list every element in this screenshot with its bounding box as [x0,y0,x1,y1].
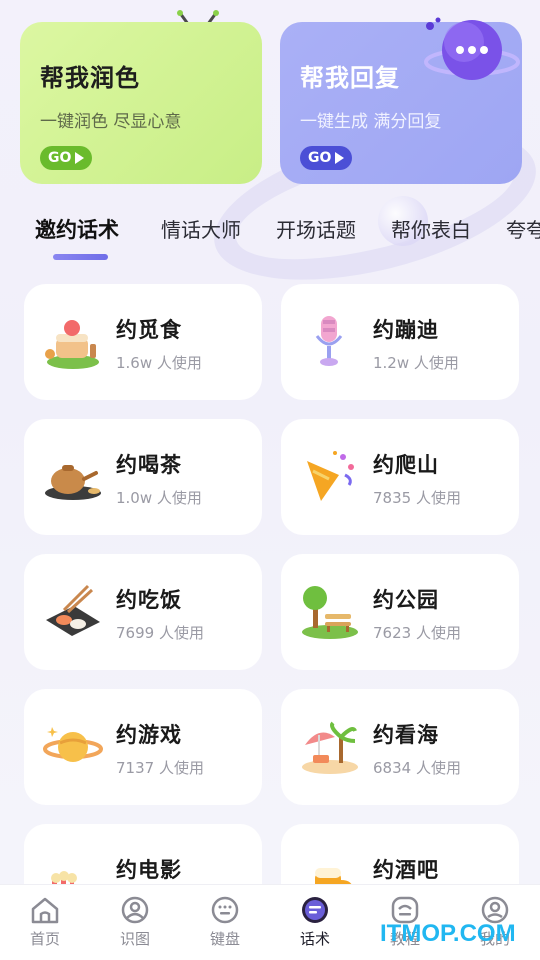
beach-icon [302,721,358,774]
home-icon [31,897,59,924]
go-label: GO [308,150,332,166]
card-usage: 7699 人使用 [116,624,204,642]
card-usage: 7623 人使用 [373,624,461,642]
chat-bubble-planet-icon [424,17,520,80]
tab-invite[interactable]: 邀约话术 [35,214,119,244]
tab-confession[interactable]: 帮你表白 [391,214,471,243]
nav-chat-script[interactable]: 话术 [270,895,360,949]
polish-banner[interactable]: 帮我润色 一键润色 尽显心意 GO [20,22,262,184]
nav-label: 首页 [29,930,60,948]
category-tabs: 邀约话术 情话大师 开场话题 帮你表白 夸夸 [0,214,540,264]
card-disco[interactable]: 约蹦迪 1.2w 人使用 [281,284,519,400]
reply-banner-subtitle: 一键生成 满分回复 [300,112,442,132]
card-title: 约喝茶 [116,453,182,477]
card-title: 约公园 [373,588,439,612]
card-hiking[interactable]: 约爬山 7835 人使用 [281,419,519,535]
card-usage: 1.6w 人使用 [116,354,202,372]
card-game[interactable]: 约游戏 7137 人使用 [24,689,262,805]
planet-icon [43,727,103,762]
card-title: 约酒吧 [373,858,439,882]
tab-opening-topics[interactable]: 开场话题 [276,214,356,243]
card-usage: 7835 人使用 [373,489,461,507]
polish-banner-title: 帮我润色 [40,64,140,92]
card-usage: 1.2w 人使用 [373,354,459,372]
teapot-icon [45,465,101,500]
nav-label: 键盘 [209,930,240,948]
go-label: GO [48,150,72,166]
reply-go-button[interactable]: GO [300,146,353,170]
nav-label: 识图 [119,930,150,948]
nav-keyboard[interactable]: 键盘 [180,895,270,949]
card-title: 约吃饭 [116,588,182,612]
party-popper-icon [307,451,354,501]
card-title: 约看海 [373,723,439,747]
card-title: 约电影 [116,858,182,882]
park-bench-icon [302,586,358,639]
card-park[interactable]: 约公园 7623 人使用 [281,554,519,670]
card-meal[interactable]: 约吃饭 7699 人使用 [24,554,262,670]
card-sea[interactable]: 约看海 6834 人使用 [281,689,519,805]
play-arrow-icon [75,152,85,164]
nav-image-recognize[interactable]: 识图 [90,895,180,949]
nav-label: 话术 [299,930,330,948]
card-title: 约觅食 [116,318,182,342]
card-title: 约游戏 [116,723,182,747]
card-usage: 6834 人使用 [373,759,461,777]
watermark: ITMOP.COM [380,920,516,947]
image-recognize-icon [121,896,149,924]
card-usage: 7137 人使用 [116,759,204,777]
nav-home[interactable]: 首页 [0,895,90,949]
tab-praise[interactable]: 夸夸 [506,214,540,243]
card-food[interactable]: 约觅食 1.6w 人使用 [24,284,262,400]
microphone-icon [315,316,343,366]
tab-love-master[interactable]: 情话大师 [161,214,241,243]
food-icon [45,320,99,369]
keyboard-icon [211,896,239,924]
card-title: 约爬山 [373,453,439,477]
card-title: 约蹦迪 [373,318,439,342]
polish-go-button[interactable]: GO [40,146,93,170]
card-tea[interactable]: 约喝茶 1.0w 人使用 [24,419,262,535]
sushi-chopsticks-icon [46,584,100,636]
play-arrow-icon [335,152,345,164]
chat-script-icon [302,897,328,923]
card-usage: 1.0w 人使用 [116,489,202,507]
active-tab-indicator [53,254,108,260]
polish-banner-subtitle: 一键润色 尽显心意 [40,112,182,132]
